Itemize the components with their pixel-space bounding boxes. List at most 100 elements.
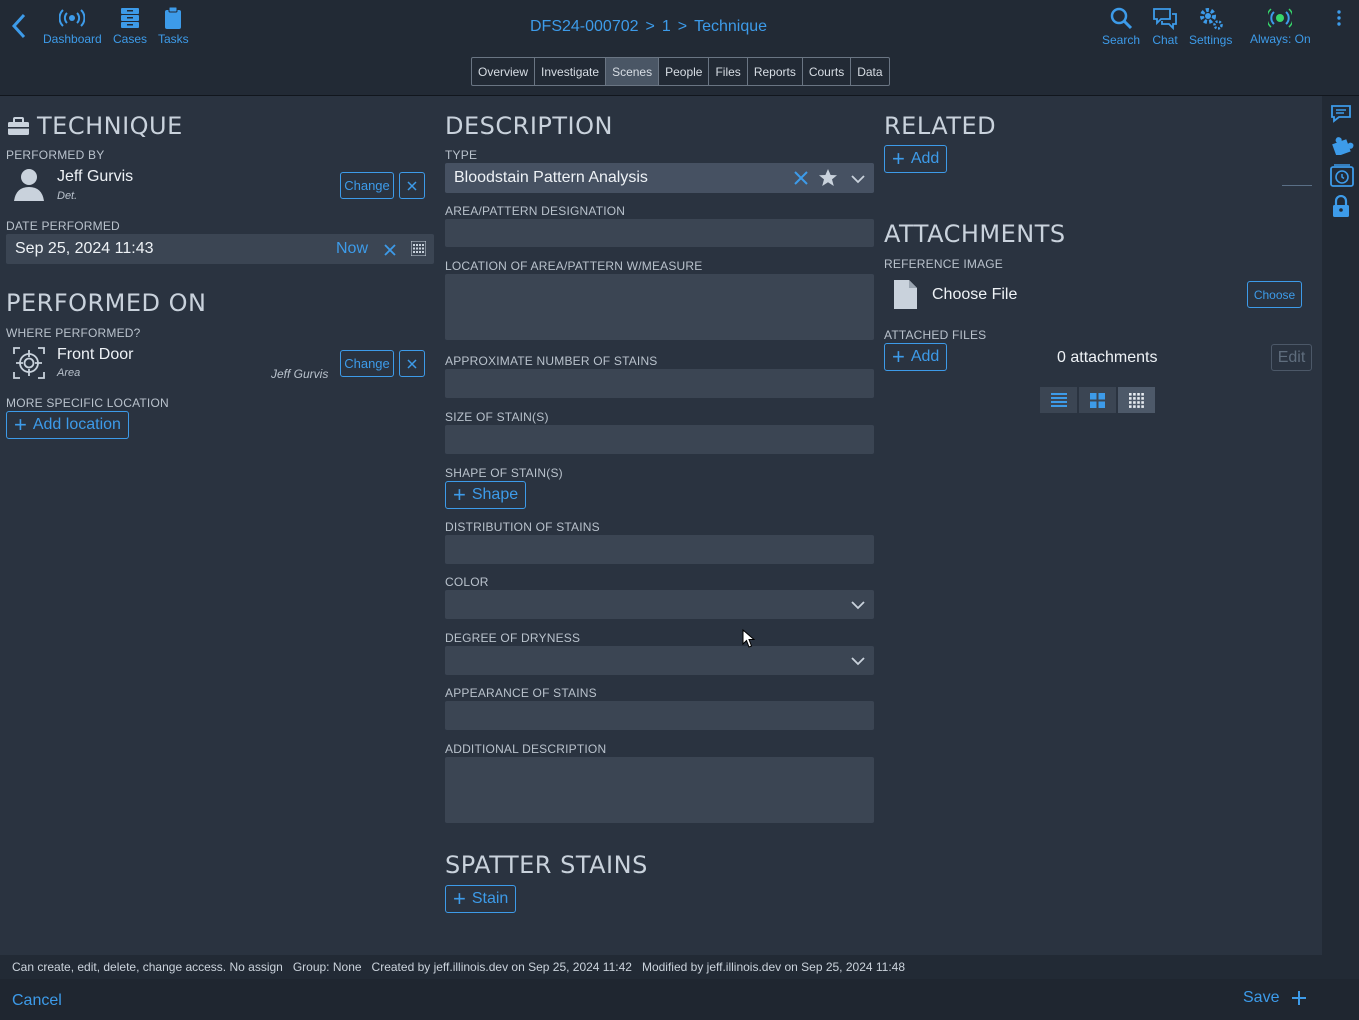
always-on-toggle[interactable]: Always: On xyxy=(1250,7,1311,46)
performer-role: Det. xyxy=(57,190,78,202)
attached-files-label: ATTACHED FILES xyxy=(884,328,987,342)
lock-icon[interactable] xyxy=(1332,194,1350,223)
top-bar: Dashboard Cases Tasks DFS24-000702 > 1 >… xyxy=(0,0,1359,96)
change-place-button[interactable]: Change xyxy=(340,350,394,377)
type-select[interactable]: Bloodstain Pattern Analysis xyxy=(445,163,874,193)
tab-courts[interactable]: Courts xyxy=(803,58,852,85)
change-performer-button[interactable]: Change xyxy=(340,172,394,199)
add-shape-button[interactable]: + Shape xyxy=(445,481,527,509)
performed-on-title: PERFORMED ON xyxy=(6,289,207,317)
clear-date-icon[interactable] xyxy=(384,243,396,261)
footer-bar: Cancel Save xyxy=(0,979,1359,1020)
save-label: Save xyxy=(1243,989,1280,1006)
file-icon xyxy=(893,279,918,315)
stain-size-label: SIZE OF STAIN(S) xyxy=(445,410,549,424)
tab-people[interactable]: People xyxy=(659,58,710,85)
more-menu-icon[interactable] xyxy=(1334,9,1344,34)
performer-name: Jeff Gurvis xyxy=(57,168,134,185)
date-performed-label: DATE PERFORMED xyxy=(6,219,120,233)
clear-place-button[interactable] xyxy=(399,350,425,377)
more-location-label: MORE SPECIFIC LOCATION xyxy=(6,396,169,410)
appearance-input[interactable] xyxy=(445,701,874,730)
clear-performer-button[interactable] xyxy=(399,172,425,199)
nav-dashboard[interactable]: Dashboard xyxy=(43,7,102,46)
mouse-cursor-icon xyxy=(742,628,756,654)
description-title: DESCRIPTION xyxy=(445,112,613,140)
add-related-button[interactable]: + Add xyxy=(884,145,948,173)
choose-file-label[interactable]: Choose File xyxy=(932,286,1017,304)
additional-description-textarea[interactable] xyxy=(445,757,874,823)
tab-files[interactable]: Files xyxy=(709,58,748,85)
date-performed-field[interactable]: Sep 25, 2024 11:43 Now xyxy=(6,234,434,264)
cancel-button[interactable]: Cancel xyxy=(12,992,62,1010)
access-info: Can create, edit, delete, change access.… xyxy=(12,960,283,974)
nav-cases[interactable]: Cases xyxy=(113,7,147,46)
breadcrumb-separator: > xyxy=(677,18,688,35)
location-measure-textarea[interactable] xyxy=(445,274,874,340)
grid-view-icon[interactable] xyxy=(1079,387,1116,413)
right-sidebar xyxy=(1322,96,1359,1020)
nav-dashboard-label: Dashboard xyxy=(43,32,102,46)
technique-header: TECHNIQUE xyxy=(7,112,183,140)
history-icon[interactable] xyxy=(1330,164,1354,193)
close-icon xyxy=(407,180,417,191)
choose-file-button[interactable]: Choose xyxy=(1247,281,1302,308)
toolbox-icon xyxy=(8,117,29,135)
breadcrumb-case[interactable]: DFS24-000702 xyxy=(530,18,639,36)
tab-investigate[interactable]: Investigate xyxy=(535,58,607,85)
breadcrumb-scene[interactable]: 1 xyxy=(662,18,671,36)
where-performed-label: WHERE PERFORMED? xyxy=(6,326,141,340)
small-grid-view-icon[interactable] xyxy=(1118,387,1155,413)
chat-button[interactable]: Chat xyxy=(1152,7,1178,47)
add-stain-label: Stain xyxy=(471,890,509,907)
nav-cases-label: Cases xyxy=(113,32,148,46)
star-icon[interactable] xyxy=(818,168,838,192)
add-attachment-button[interactable]: + Add xyxy=(884,343,948,371)
close-icon xyxy=(407,358,417,369)
location-measure-label: LOCATION OF AREA/PATTERN W/MEASURE xyxy=(445,259,703,273)
appearance-label: APPEARANCE OF STAINS xyxy=(445,686,597,700)
attachment-count: 0 attachments xyxy=(1057,349,1158,366)
comments-icon[interactable] xyxy=(1330,104,1354,131)
nav-tasks[interactable]: Tasks xyxy=(158,7,189,46)
approx-stains-label: APPROXIMATE NUMBER OF STAINS xyxy=(445,354,658,368)
gear-icon xyxy=(1199,8,1223,30)
tab-scenes[interactable]: Scenes xyxy=(606,58,660,85)
tab-data[interactable]: Data xyxy=(851,58,888,85)
stain-size-input[interactable] xyxy=(445,425,874,454)
clipboard-icon xyxy=(165,7,182,29)
person-avatar-icon xyxy=(12,166,46,207)
plus-icon: + xyxy=(892,146,905,171)
edit-attachments-button[interactable]: Edit xyxy=(1271,344,1312,371)
dryness-select[interactable] xyxy=(445,646,874,675)
attachments-title: ATTACHMENTS xyxy=(884,220,1066,248)
type-value: Bloodstain Pattern Analysis xyxy=(454,169,648,186)
list-view-icon[interactable] xyxy=(1040,387,1077,413)
date-performed-value: Sep 25, 2024 11:43 xyxy=(15,240,154,257)
add-attachment-label: Add xyxy=(910,348,940,365)
area-designation-input[interactable] xyxy=(445,219,874,247)
puzzle-icon[interactable] xyxy=(1330,133,1354,160)
broadcast-icon xyxy=(59,9,86,27)
stain-shape-label: SHAPE OF STAIN(S) xyxy=(445,466,563,480)
color-select[interactable] xyxy=(445,590,874,619)
add-location-button[interactable]: + Add location xyxy=(6,411,129,439)
now-button[interactable]: Now xyxy=(336,240,368,258)
tab-reports[interactable]: Reports xyxy=(748,58,803,85)
view-mode-toggle xyxy=(1040,387,1155,413)
approx-stains-input[interactable] xyxy=(445,369,874,398)
chevron-down-icon[interactable] xyxy=(851,172,865,191)
modified-info: Modified by jeff.illinois.dev on Sep 25,… xyxy=(641,960,906,974)
add-related-label: Add xyxy=(910,150,940,167)
settings-button[interactable]: Settings xyxy=(1189,6,1232,47)
calendar-icon[interactable] xyxy=(410,240,427,261)
back-icon[interactable] xyxy=(10,12,28,45)
breadcrumb-separator: > xyxy=(645,18,655,35)
clear-type-icon[interactable] xyxy=(793,170,809,191)
search-button[interactable]: Search xyxy=(1102,6,1140,47)
place-type: Area xyxy=(57,367,81,379)
add-stain-button[interactable]: + Stain xyxy=(445,885,517,913)
tab-overview[interactable]: Overview xyxy=(472,58,536,85)
save-button[interactable]: Save xyxy=(1243,989,1307,1007)
distribution-input[interactable] xyxy=(445,535,874,564)
